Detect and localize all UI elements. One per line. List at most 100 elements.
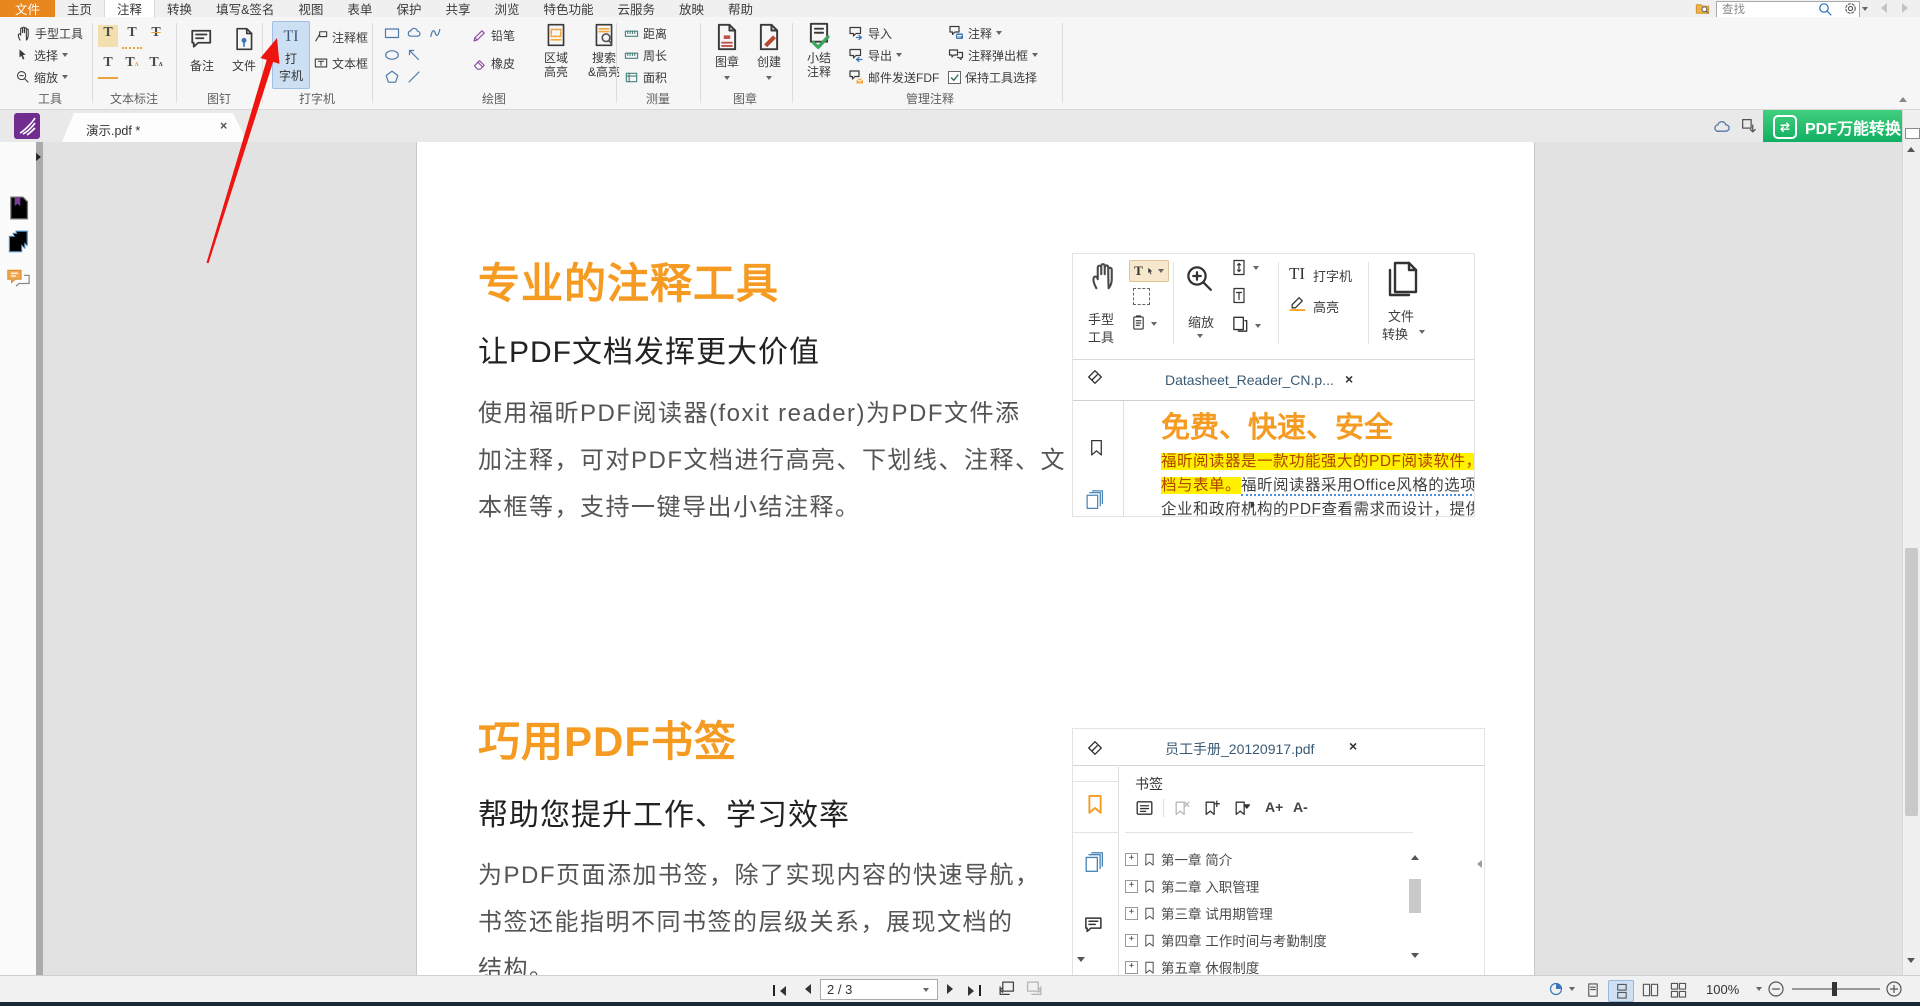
- document-tab-active[interactable]: 演示.pdf * ×: [62, 113, 247, 142]
- bookmark-row[interactable]: + 第二章 入职管理: [1125, 876, 1259, 896]
- cloud-upload-icon[interactable]: [1712, 119, 1731, 133]
- scroll-up-icon[interactable]: [1907, 143, 1915, 152]
- single-page-mode-button[interactable]: [1580, 980, 1604, 1000]
- eraser-button[interactable]: 橡皮: [472, 55, 515, 71]
- area-highlight-button[interactable]: 区域 高亮: [536, 21, 576, 79]
- menu-features[interactable]: 特色功能: [531, 0, 605, 17]
- highlight-text-icon[interactable]: T: [98, 25, 118, 47]
- expander-icon[interactable]: +: [1125, 853, 1138, 866]
- polyline-shape-icon[interactable]: [428, 25, 444, 41]
- first-page-button[interactable]: [773, 982, 786, 997]
- bookmark-row[interactable]: + 第四章 工作时间与考勤制度: [1125, 930, 1327, 950]
- facing-page-mode-button[interactable]: [1638, 980, 1662, 1000]
- note-button[interactable]: 备注: [184, 23, 220, 73]
- keep-tool-selected-checkbox[interactable]: 保持工具选择: [948, 69, 1037, 85]
- expander-icon[interactable]: +: [1125, 907, 1138, 920]
- next-page-button[interactable]: [947, 982, 958, 997]
- summarize-comments-button[interactable]: 小结 注释: [800, 21, 838, 79]
- perimeter-button[interactable]: 周长: [624, 47, 667, 63]
- bookmark-row[interactable]: + 第五章 休假制度: [1125, 957, 1259, 977]
- collapse-ribbon-icon[interactable]: [1899, 93, 1907, 102]
- clock-caret[interactable]: [1569, 987, 1575, 991]
- sidebar-pages-panel-icon[interactable]: [7, 230, 29, 255]
- email-fdf-button[interactable]: 邮件发送FDF: [848, 69, 939, 85]
- continuous-facing-mode-button[interactable]: [1666, 980, 1690, 1000]
- arrow-shape-icon[interactable]: [406, 47, 422, 63]
- menu-share[interactable]: 共享: [433, 0, 482, 17]
- pencil-button[interactable]: 铅笔: [472, 27, 515, 43]
- scroll-down-icon[interactable]: [1907, 958, 1915, 967]
- textbox-button[interactable]: 文本框: [314, 55, 368, 71]
- cloud-shape-icon[interactable]: [406, 25, 422, 41]
- select-tool-button[interactable]: 选择: [16, 47, 68, 63]
- menu-browse[interactable]: 浏览: [482, 0, 531, 17]
- strikeout-text-icon[interactable]: T: [146, 25, 166, 47]
- callout-button[interactable]: 注释框: [314, 29, 368, 45]
- menu-protect[interactable]: 保护: [384, 0, 433, 17]
- close-tab-icon[interactable]: ×: [220, 119, 227, 133]
- previous-page-button[interactable]: [800, 982, 811, 997]
- auto-scroll-clock-icon[interactable]: [1548, 981, 1564, 997]
- menu-cloud[interactable]: 云服务: [606, 0, 668, 17]
- underline-text-icon[interactable]: T: [98, 55, 118, 79]
- search-highlight-button[interactable]: 搜索 &高亮: [582, 21, 626, 79]
- expander-icon[interactable]: +: [1125, 934, 1138, 947]
- find-next-icon[interactable]: [1902, 3, 1913, 13]
- area-measure-button[interactable]: 面积: [624, 69, 667, 85]
- vertical-scrollbar[interactable]: [1902, 110, 1920, 975]
- menu-convert[interactable]: 转换: [155, 0, 204, 17]
- expander-icon[interactable]: +: [1125, 961, 1138, 974]
- bookmark-row[interactable]: + 第三章 试用期管理: [1125, 903, 1273, 923]
- distance-button[interactable]: 距离: [624, 25, 667, 41]
- zoom-slider-thumb[interactable]: [1832, 982, 1837, 996]
- comment-list-button[interactable]: 注释: [948, 25, 1002, 41]
- export-comments-button[interactable]: 导出: [848, 47, 902, 63]
- polygon-shape-icon[interactable]: [384, 69, 400, 85]
- zoom-plus-icon[interactable]: [1886, 981, 1902, 997]
- scrollbar-thumb[interactable]: [1905, 548, 1918, 816]
- previous-view-icon[interactable]: [998, 980, 1015, 997]
- menu-fill-sign[interactable]: 填写&签名: [204, 0, 286, 17]
- split-view-handle[interactable]: [1905, 128, 1920, 139]
- gear-dropdown-caret[interactable]: [1862, 7, 1868, 11]
- next-view-icon[interactable]: [1026, 980, 1043, 997]
- expander-icon[interactable]: +: [1125, 880, 1138, 893]
- menu-view[interactable]: 视图: [286, 0, 335, 17]
- continuous-page-mode-button[interactable]: [1608, 980, 1634, 1002]
- menu-file[interactable]: 文件: [0, 0, 55, 17]
- bookmark-row[interactable]: + 第一章 简介: [1125, 849, 1232, 869]
- last-page-button[interactable]: [968, 982, 981, 997]
- typewriter-button-selected[interactable]: TI 打 字机: [272, 21, 310, 89]
- zoom-minus-icon[interactable]: [1768, 981, 1784, 997]
- file-attachment-button[interactable]: 文件: [226, 23, 262, 73]
- zoom-tool-button[interactable]: 缩放: [16, 69, 68, 85]
- menu-help[interactable]: 帮助: [716, 0, 765, 17]
- rectangle-shape-icon[interactable]: [384, 25, 400, 41]
- menu-form[interactable]: 表单: [335, 0, 384, 17]
- menu-slideshow[interactable]: 放映: [667, 0, 716, 17]
- menu-home[interactable]: 主页: [55, 0, 104, 17]
- squiggly-underline-icon[interactable]: T: [122, 25, 142, 49]
- find-previous-icon[interactable]: [1876, 3, 1887, 13]
- sidebar-splitter[interactable]: [36, 142, 43, 975]
- pdf-converter-button[interactable]: PDF万能转换: [1763, 110, 1920, 143]
- find-options-gear-icon[interactable]: [1843, 1, 1858, 16]
- oval-shape-icon[interactable]: [384, 47, 400, 63]
- insert-text-icon[interactable]: Tᴧ: [146, 55, 166, 77]
- menu-comment[interactable]: 注释: [104, 0, 155, 17]
- search-settings-icon[interactable]: [1694, 1, 1711, 16]
- sidebar-bookmark-panel-icon[interactable]: [7, 195, 30, 221]
- find-input[interactable]: [1716, 1, 1860, 18]
- page-number-combobox[interactable]: 2 / 3: [820, 979, 938, 1000]
- line-shape-icon[interactable]: [406, 69, 422, 85]
- sidebar-comments-panel-icon[interactable]: [6, 267, 31, 290]
- comment-popup-button[interactable]: 注释弹出框: [948, 47, 1038, 63]
- share-save-icon[interactable]: [1740, 117, 1757, 134]
- stamp-button[interactable]: 图章: [708, 21, 746, 83]
- import-comments-button[interactable]: 导入: [848, 25, 892, 41]
- replace-text-icon[interactable]: Tᴧ: [122, 55, 142, 77]
- zoom-combo-caret[interactable]: [1756, 987, 1762, 991]
- hand-tool-button[interactable]: 手型工具: [16, 25, 83, 41]
- find-magnifier-icon[interactable]: [1818, 2, 1832, 16]
- create-stamp-button[interactable]: 创建: [750, 21, 788, 83]
